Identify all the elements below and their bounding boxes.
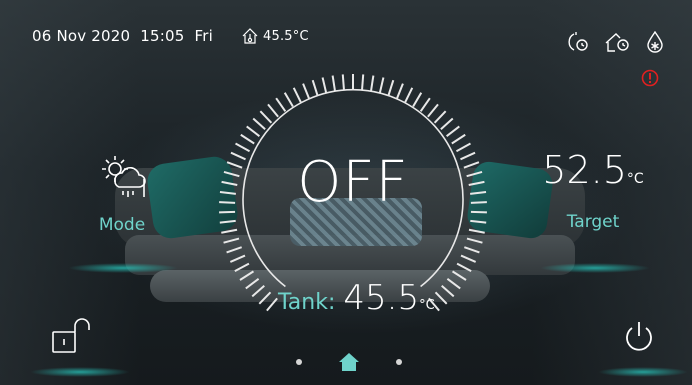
dial-tick: [302, 83, 310, 99]
page-indicator: [296, 352, 402, 372]
dial-tick: [221, 228, 238, 234]
dial-tick: [433, 110, 447, 124]
thermostat-screen: 06 Nov 2020 15:05 Fri 45.5°C OFF Tank: 4…: [0, 0, 692, 385]
dial-tick: [427, 103, 439, 118]
target-glow: [540, 263, 650, 273]
dial-tick: [259, 110, 273, 124]
dial-tick: [466, 237, 483, 244]
dial-tick: [258, 291, 272, 305]
status-bar: 06 Nov 2020 15:05 Fri 45.5°C: [32, 27, 309, 45]
dial-tick: [446, 125, 460, 137]
dial-tick: [463, 246, 480, 254]
dial-tick: [311, 79, 319, 96]
mode-glow: [68, 263, 178, 273]
dial-tick: [252, 117, 266, 130]
system-status: OFF: [297, 150, 409, 215]
antifreeze-icon[interactable]: [646, 31, 664, 53]
dial-tick: [266, 297, 278, 312]
lock-glow: [30, 367, 130, 377]
dial-tick: [378, 77, 385, 94]
dial-tick: [292, 87, 302, 103]
dial-tick: [267, 103, 279, 118]
dial-tick: [441, 285, 455, 298]
target-unit: °C: [626, 171, 644, 187]
holiday-timer-icon[interactable]: [604, 31, 632, 53]
tank-temperature: Tank: 45.5 °C: [278, 278, 435, 318]
time-text: 15:05: [140, 27, 185, 45]
dial-tick: [240, 133, 255, 145]
dial-tick: [412, 92, 423, 107]
dial-tick: [460, 254, 477, 263]
dial-tick: [446, 278, 461, 290]
dial-tick: [283, 92, 294, 107]
dial-tick: [251, 285, 265, 298]
home-temperature-icon: [242, 28, 258, 44]
dial-tick: [456, 262, 472, 273]
dial-tick: [404, 87, 414, 103]
target-label: Target: [566, 212, 620, 232]
date-text: 06 Nov 2020: [32, 27, 131, 45]
power-icon[interactable]: [622, 320, 656, 354]
home-icon[interactable]: [338, 352, 360, 372]
timer-icon[interactable]: [566, 31, 590, 53]
page-dot[interactable]: [296, 359, 302, 365]
dial-tick: [331, 75, 337, 92]
outdoor-temp: 45.5°C: [241, 27, 309, 45]
dial-tick: [470, 219, 487, 224]
weather-mode-icon: [102, 156, 146, 197]
power-glow: [598, 367, 688, 377]
dial-tick: [234, 262, 250, 273]
dial-tick: [275, 97, 287, 112]
dial-tick: [245, 278, 260, 290]
status-icons: [566, 31, 664, 53]
dial-tick: [396, 83, 404, 99]
weekday-text: Fri: [194, 27, 213, 45]
dial-tick: [419, 97, 431, 112]
dial-tick: [451, 133, 466, 145]
dial-tick: [246, 125, 260, 137]
dial-tick: [369, 75, 375, 92]
dial-tick: [361, 74, 365, 91]
dial-tick: [219, 219, 236, 224]
alarm-icon[interactable]: [641, 69, 659, 87]
target-value: 52.5: [542, 148, 627, 192]
dial-tick: [229, 254, 246, 263]
mode-button[interactable]: Mode: [87, 153, 157, 235]
tank-value: 45.5: [343, 278, 420, 318]
dial-tick: [321, 77, 328, 94]
dial-tick: [387, 79, 395, 96]
dial-tick: [341, 74, 345, 91]
dial-tick: [440, 117, 454, 130]
tank-label: Tank:: [278, 290, 336, 315]
dial-tick: [226, 246, 243, 254]
target-temperature[interactable]: 52.5°C Target: [538, 148, 648, 232]
dial-tick: [223, 237, 240, 244]
mode-label: Mode: [98, 215, 146, 235]
dial-tick: [451, 270, 467, 281]
page-dot[interactable]: [396, 359, 402, 365]
dial-tick: [434, 291, 448, 305]
dial-tick: [468, 228, 485, 234]
outdoor-temp-value: 45.5°C: [263, 28, 309, 44]
tank-unit: °C: [419, 298, 435, 313]
dial-tick: [239, 270, 255, 281]
unlock-icon[interactable]: [47, 316, 103, 358]
